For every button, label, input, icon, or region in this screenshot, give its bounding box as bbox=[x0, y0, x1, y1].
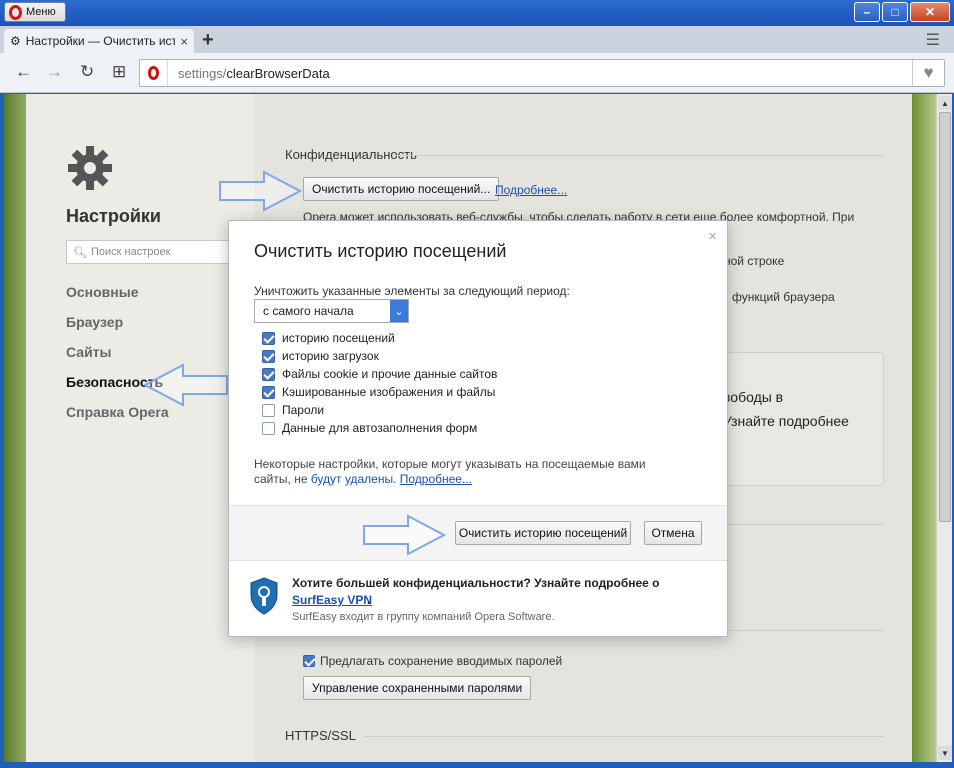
promo-subtext: SurfEasy входит в группу компаний Opera … bbox=[292, 611, 555, 623]
cancel-button[interactable]: Отмена bbox=[644, 521, 702, 545]
arrow-right-icon bbox=[219, 170, 302, 212]
more-link[interactable]: Подробнее... bbox=[495, 183, 567, 197]
close-window-button[interactable]: ✕ bbox=[910, 2, 950, 22]
divider bbox=[364, 736, 884, 737]
divider bbox=[724, 524, 884, 525]
menu-label: Меню bbox=[26, 6, 56, 18]
reload-icon[interactable]: ↻ bbox=[80, 62, 94, 82]
scroll-thumb[interactable] bbox=[939, 112, 951, 522]
promo-period: . bbox=[367, 593, 371, 607]
arrow-right-icon bbox=[363, 514, 447, 556]
new-tab-button[interactable]: + bbox=[202, 29, 214, 52]
dialog-close-icon[interactable]: × bbox=[708, 228, 717, 245]
search-placeholder: Поиск настроек bbox=[90, 246, 171, 258]
back-icon[interactable]: ← bbox=[15, 62, 32, 82]
dialog-footer: Очистить историю посещений Отмена bbox=[229, 505, 727, 561]
opera-menu-button[interactable]: Меню bbox=[4, 2, 66, 22]
sidebar-item-basic[interactable]: Основные bbox=[66, 284, 139, 300]
option-cache[interactable]: Кэшированные изображения и файлы bbox=[262, 385, 495, 399]
offer-passwords-label: Предлагать сохранение вводимых паролей bbox=[320, 654, 563, 668]
scroll-down-icon[interactable]: ▼ bbox=[938, 746, 952, 760]
divider bbox=[724, 630, 884, 631]
maximize-button[interactable]: □ bbox=[882, 2, 908, 22]
clear-history-dialog: Очистить историю посещений × Уничтожить … bbox=[228, 220, 728, 637]
tab-close-icon[interactable]: × bbox=[180, 34, 188, 49]
option-passwords[interactable]: Пароли bbox=[262, 403, 324, 417]
tab-menu-icon[interactable]: ☰ bbox=[926, 30, 940, 50]
option-cookies[interactable]: Файлы cookie и прочие данные сайтов bbox=[262, 367, 497, 381]
window-controls: – □ ✕ bbox=[854, 2, 950, 22]
opera-site-icon bbox=[140, 60, 168, 86]
option-label: историю посещений bbox=[282, 331, 395, 345]
surfeasy-shield-icon bbox=[250, 577, 278, 615]
period-select[interactable]: с самого начала ⌄ bbox=[254, 299, 409, 323]
period-select-value: с самого начала bbox=[263, 304, 354, 318]
url-text[interactable]: settings/clearBrowserData bbox=[168, 66, 912, 81]
background-image-left bbox=[4, 94, 26, 762]
option-label: Файлы cookie и прочие данные сайтов bbox=[282, 367, 498, 381]
cache-checkbox[interactable] bbox=[262, 385, 275, 399]
sidebar-item-browser[interactable]: Браузер bbox=[66, 314, 123, 330]
vpn-promo-text-1: вободы в bbox=[723, 389, 784, 405]
forward-icon[interactable]: → bbox=[46, 62, 63, 82]
tab-title: Настройки — Очистить ист bbox=[25, 34, 176, 48]
privacy-text-partial: ной строке bbox=[724, 254, 785, 268]
passwords-checkbox[interactable] bbox=[262, 403, 275, 417]
option-label: Пароли bbox=[282, 403, 325, 417]
surfeasy-link[interactable]: SurfEasy VPN bbox=[292, 593, 372, 607]
not-deleted-link[interactable]: не будут удалены. bbox=[294, 472, 396, 486]
title-bar: Меню – □ ✕ bbox=[0, 0, 954, 26]
speed-dial-icon[interactable]: ⊞ bbox=[112, 62, 126, 82]
option-autofill[interactable]: Данные для автозаполнения форм bbox=[262, 421, 477, 435]
option-browsing-history[interactable]: историю посещений bbox=[262, 331, 395, 345]
manage-passwords-button[interactable]: Управление сохраненными паролями bbox=[303, 676, 532, 700]
page-scrollbar[interactable]: ▲ ▼ bbox=[936, 94, 952, 762]
minimize-button[interactable]: – bbox=[854, 2, 880, 22]
dialog-title: Очистить историю посещений bbox=[254, 241, 507, 261]
option-label: Данные для автозаполнения форм bbox=[282, 421, 478, 435]
privacy-text-partial-2: функций браузера bbox=[732, 290, 835, 304]
offer-passwords-checkbox[interactable] bbox=[303, 655, 315, 667]
note-more-link[interactable]: Подробнее... bbox=[400, 472, 472, 486]
arrow-left-icon bbox=[143, 363, 228, 407]
opera-logo-icon bbox=[9, 4, 22, 20]
option-label: историю загрузок bbox=[282, 349, 379, 363]
promo-heading: Хотите большей конфиденциальности? Узнай… bbox=[292, 576, 660, 590]
search-icon: 🔍︎ bbox=[73, 246, 87, 259]
surfeasy-promo: Хотите большей конфиденциальности? Узнай… bbox=[229, 561, 727, 636]
sidebar-item-sites[interactable]: Сайты bbox=[66, 344, 112, 360]
clear-history-button[interactable]: Очистить историю посещений... bbox=[303, 177, 500, 201]
confirm-clear-history-button[interactable]: Очистить историю посещений bbox=[455, 521, 631, 545]
settings-title: Настройки bbox=[66, 206, 161, 226]
gear-icon: ⚙ bbox=[10, 34, 21, 48]
option-download-history[interactable]: историю загрузок bbox=[262, 349, 379, 363]
download-history-checkbox[interactable] bbox=[262, 349, 275, 363]
divider bbox=[394, 155, 884, 156]
autofill-checkbox[interactable] bbox=[262, 421, 275, 435]
period-label: Уничтожить указанные элементы за следующ… bbox=[254, 284, 570, 298]
bookmark-heart-icon[interactable]: ♥ bbox=[912, 60, 944, 86]
option-label: Кэшированные изображения и файлы bbox=[282, 385, 496, 399]
vpn-promo-text-2: Узнайте подробнее bbox=[723, 413, 849, 429]
address-bar[interactable]: settings/clearBrowserData ♥ bbox=[139, 59, 945, 87]
cookies-checkbox[interactable] bbox=[262, 367, 275, 381]
browsing-history-checkbox[interactable] bbox=[262, 331, 275, 345]
tab-bar: ⚙ Настройки — Очистить ист × + ☰ bbox=[0, 26, 954, 53]
settings-gear-icon bbox=[68, 146, 112, 190]
https-section-title: HTTPS/SSL bbox=[285, 728, 356, 743]
tab-settings[interactable]: ⚙ Настройки — Очистить ист × bbox=[4, 29, 194, 53]
background-image-right bbox=[912, 94, 936, 762]
dialog-note: Некоторые настройки, которые могут указы… bbox=[254, 457, 646, 486]
chevron-down-icon[interactable]: ⌄ bbox=[390, 300, 408, 322]
navigation-toolbar: ← → ↻ ⊞ settings/clearBrowserData ♥ bbox=[0, 53, 954, 93]
scroll-up-icon[interactable]: ▲ bbox=[938, 96, 952, 110]
